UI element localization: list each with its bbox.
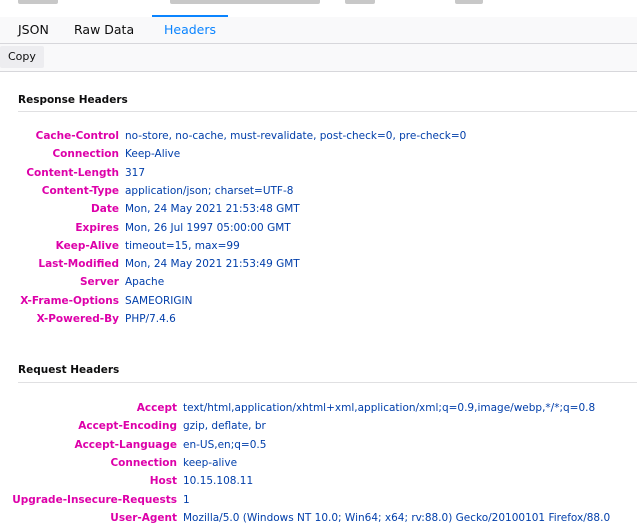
- header-name: Content-Length: [26, 166, 119, 179]
- header-value: Apache: [125, 276, 165, 289]
- request-headers-divider: [18, 382, 637, 383]
- header-value: Mon, 26 Jul 1997 05:00:00 GMT: [125, 221, 291, 234]
- header-value: 1: [183, 493, 190, 506]
- header-row: Content-Type application/json; charset=UT…: [0, 182, 637, 200]
- header-row: Keep-Alive timeout=15, max=99: [0, 237, 637, 255]
- header-row: Expires Mon, 26 Jul 1997 05:00:00 GMT: [0, 219, 637, 237]
- header-value: Keep-Alive: [125, 148, 181, 161]
- tab-headers[interactable]: Headers: [152, 15, 229, 43]
- header-row: Upgrade-Insecure-Requests 1: [0, 491, 637, 509]
- header-value: 10.15.108.11: [183, 475, 254, 488]
- request-headers-title: Request Headers: [18, 364, 120, 376]
- header-value: keep-alive: [183, 456, 238, 469]
- header-value: Mozilla/5.0 (Windows NT 10.0; Win64; x64…: [183, 511, 611, 524]
- tab-json[interactable]: JSON: [18, 17, 49, 43]
- header-name: Upgrade-Insecure-Requests: [12, 493, 177, 506]
- header-row: Last-Modified Mon, 24 May 2021 21:53:49 G…: [0, 255, 637, 273]
- header-row: Connection keep-alive: [0, 454, 637, 472]
- header-value: gzip, deflate, br: [183, 420, 266, 433]
- header-row: Host 10.15.108.11: [0, 472, 637, 490]
- header-row: User-Agent Mozilla/5.0 (Windows NT 10.0; …: [0, 509, 637, 527]
- header-value: no-store, no-cache, must-revalidate, pos…: [125, 130, 467, 142]
- header-value: en-US,en;q=0.5: [183, 438, 267, 451]
- header-value: Mon, 24 May 2021 21:53:49 GMT: [125, 258, 300, 271]
- header-row: Cache-Control no-store, no-cache, must-re…: [0, 127, 637, 145]
- header-row: Content-Length 317: [0, 164, 637, 182]
- response-headers-divider: [18, 111, 637, 112]
- header-name: Last-Modified: [38, 258, 119, 271]
- header-name: Accept: [136, 402, 177, 414]
- header-name: X-Powered-By: [36, 313, 119, 325]
- copy-button[interactable]: Copy: [0, 46, 44, 68]
- response-headers-title: Response Headers: [18, 94, 128, 106]
- header-name: Accept-Encoding: [78, 420, 177, 433]
- header-name: Connection: [52, 148, 119, 161]
- header-row: Date Mon, 24 May 2021 21:53:48 GMT: [0, 200, 637, 218]
- header-name: User-Agent: [110, 511, 177, 524]
- header-value: SAMEORIGIN: [125, 294, 193, 307]
- tab-raw-data[interactable]: Raw Data: [74, 17, 134, 43]
- header-row: X-Frame-Options SAMEORIGIN: [0, 292, 637, 310]
- headers-toolbar: Copy: [0, 44, 637, 72]
- viewer-tab-bar: JSON Raw Data Headers: [0, 15, 637, 44]
- header-value: 317: [125, 166, 146, 179]
- header-name: Date: [91, 203, 119, 216]
- cropped-top-chrome: [0, 0, 637, 6]
- header-row: Accept-Language en-US,en;q=0.5: [0, 436, 637, 454]
- header-row: Server Apache: [0, 273, 637, 291]
- header-row: Accept text/html,application/xhtml+xml,ap…: [0, 399, 637, 417]
- header-value: Mon, 24 May 2021 21:53:48 GMT: [125, 203, 300, 216]
- header-name: Connection: [110, 456, 177, 469]
- header-name: Accept-Language: [74, 438, 177, 451]
- header-name: X-Frame-Options: [20, 294, 119, 307]
- header-name: Host: [149, 475, 177, 488]
- header-name: Cache-Control: [35, 130, 119, 142]
- header-row: X-Powered-By PHP/7.4.6: [0, 310, 637, 328]
- header-name: Content-Type: [41, 184, 119, 197]
- header-value: PHP/7.4.6: [125, 313, 176, 325]
- header-name: Keep-Alive: [55, 239, 119, 252]
- header-row: Connection Keep-Alive: [0, 145, 637, 163]
- header-value: application/json; charset=UTF-8: [125, 184, 294, 197]
- header-row: Accept-Encoding gzip, deflate, br: [0, 417, 637, 435]
- header-value: timeout=15, max=99: [125, 239, 240, 252]
- header-name: Server: [79, 276, 119, 289]
- header-value: text/html,application/xhtml+xml,applicat…: [183, 402, 596, 414]
- header-name: Expires: [75, 221, 119, 234]
